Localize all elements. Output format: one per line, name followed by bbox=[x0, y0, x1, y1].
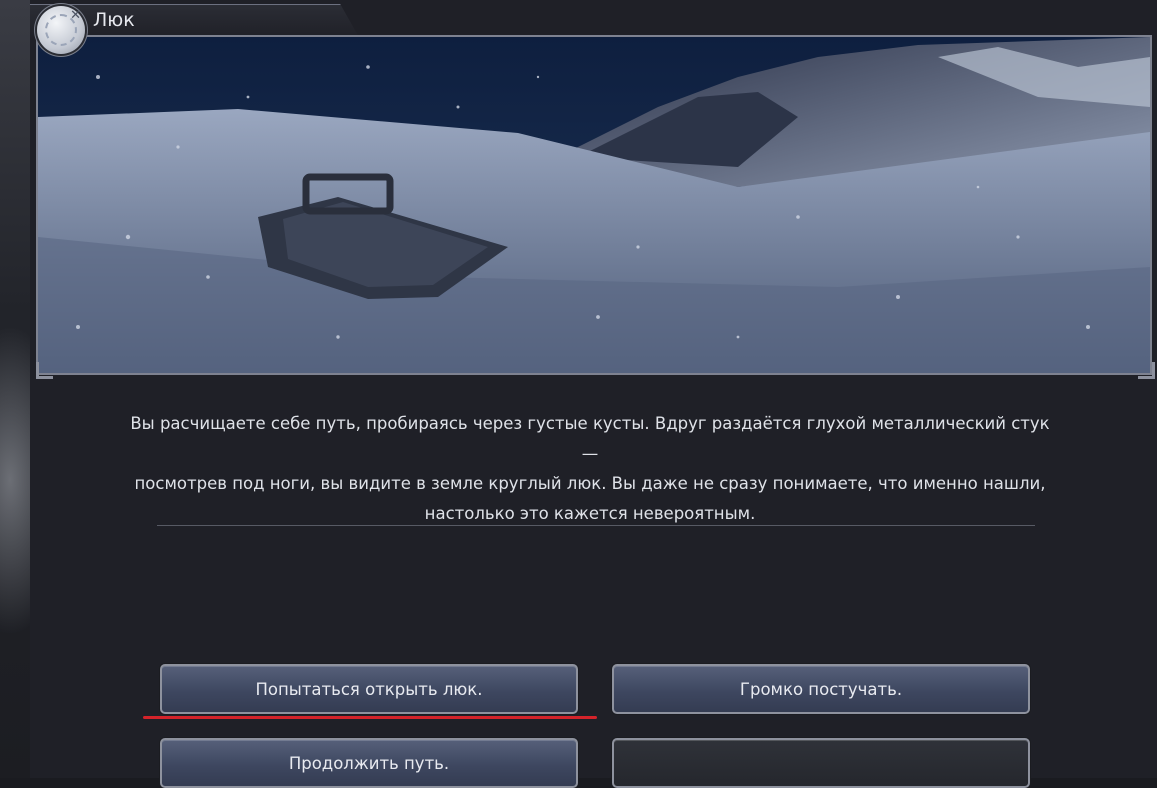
description-line: посмотрев под ноги, вы видите в земле кр… bbox=[134, 474, 1046, 493]
frame-corner-left bbox=[36, 362, 53, 379]
x-icon: ✕ bbox=[70, 8, 81, 23]
choice-continue-button[interactable]: Продолжить путь. bbox=[160, 738, 578, 788]
choice-label: Попытаться открыть люк. bbox=[255, 679, 483, 699]
choice-empty-slot bbox=[612, 738, 1030, 788]
event-title: Люк bbox=[93, 9, 135, 31]
choice-label: Продолжить путь. bbox=[288, 753, 450, 773]
divider bbox=[157, 525, 1035, 526]
close-icon[interactable]: ✕ bbox=[37, 6, 85, 54]
highlight-underline bbox=[143, 716, 597, 719]
frame-corner-right bbox=[1138, 362, 1155, 379]
event-scene-image bbox=[36, 35, 1152, 375]
event-description: Вы расчищаете себе путь, пробираясь чере… bbox=[130, 409, 1050, 529]
choice-open-hatch-button[interactable]: Попытаться открыть люк. bbox=[160, 664, 578, 714]
choice-label: Громко постучать. bbox=[739, 679, 903, 699]
choice-knock-button[interactable]: Громко постучать. bbox=[612, 664, 1030, 714]
description-line: Вы расчищаете себе путь, пробираясь чере… bbox=[130, 414, 1050, 463]
